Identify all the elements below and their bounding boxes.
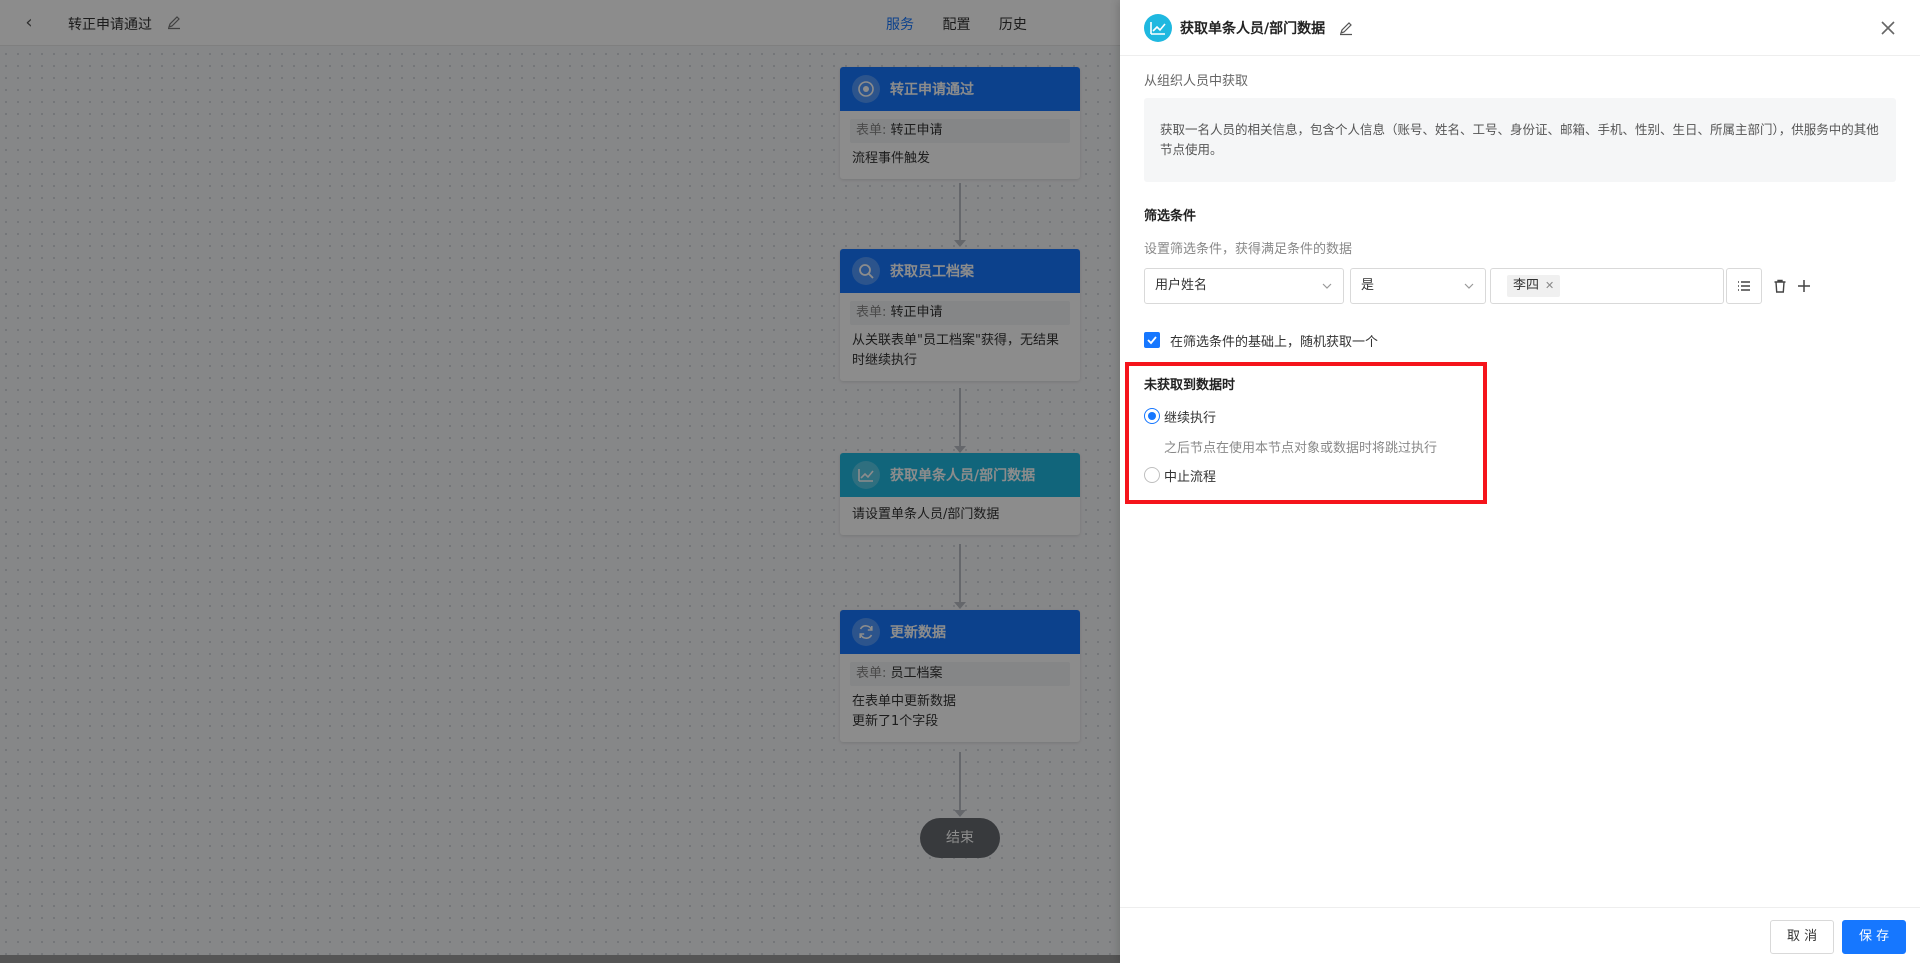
radio-abort-label[interactable]: 中止流程 [1164,466,1216,485]
list-icon [1738,281,1750,291]
close-icon[interactable] [1876,16,1900,40]
filter-field-select[interactable]: 用户姓名 [1144,268,1344,304]
list-mode-button[interactable] [1726,268,1762,304]
drawer-footer: 取 消 保 存 [1120,907,1920,963]
radio-abort[interactable] [1144,467,1160,483]
tag-remove-icon[interactable]: ✕ [1545,279,1554,292]
cancel-button[interactable]: 取 消 [1770,920,1835,954]
chevron-down-icon [1464,283,1474,289]
filter-operator-select[interactable]: 是 [1350,268,1486,304]
random-pick-checkbox[interactable] [1144,332,1160,348]
filter-field-value: 用户姓名 [1155,278,1208,293]
plus-icon [1798,280,1810,292]
filter-section-label: 筛选条件 [1144,209,1197,224]
check-icon [1147,336,1157,345]
add-condition-button[interactable] [1794,276,1814,296]
random-pick-label: 在筛选条件的基础上，随机获取一个 [1170,335,1379,350]
radio-continue-label[interactable]: 继续执行 [1164,407,1216,426]
node-description-box: 获取一名人员的相关信息，包含个人信息（账号、姓名、工号、身份证、邮箱、手机、性别… [1144,98,1896,182]
node-config-drawer: 获取单条人员/部门数据 从组织人员中获取 获取一名人员的相关信息，包含个人信息（… [1120,0,1920,963]
trash-icon [1774,279,1786,293]
filter-value-tag: 李四 ✕ [1507,275,1561,297]
filter-hint: 设置筛选条件，获得满足条件的数据 [1144,242,1353,257]
filter-value-input[interactable]: 李四 ✕ [1490,268,1724,304]
chevron-down-icon [1322,283,1332,289]
delete-condition-button[interactable] [1770,276,1790,296]
edit-icon[interactable] [1338,20,1354,36]
modal-overlay[interactable] [0,0,1120,963]
save-button[interactable]: 保 存 [1842,920,1907,954]
filter-operator-value: 是 [1361,278,1375,293]
no-data-section-label: 未获取到数据时 [1144,378,1236,393]
workflow-canvas[interactable]: ‹ 转正申请通过 服务 配置 历史 转正申请通过 表单: 转正申请 流程事件触发 [0,0,1120,963]
drawer-header: 获取单条人员/部门数据 [1120,0,1920,56]
tag-label: 李四 [1513,278,1540,293]
drawer-title: 获取单条人员/部门数据 [1180,21,1326,37]
horizontal-scrollbar[interactable] [0,955,1120,963]
radio-continue-hint: 之后节点在使用本节点对象或数据时将跳过执行 [1164,441,1438,456]
drawer-subtitle: 从组织人员中获取 [1144,74,1249,89]
line-chart-icon [1144,14,1172,42]
radio-continue[interactable] [1144,408,1160,424]
